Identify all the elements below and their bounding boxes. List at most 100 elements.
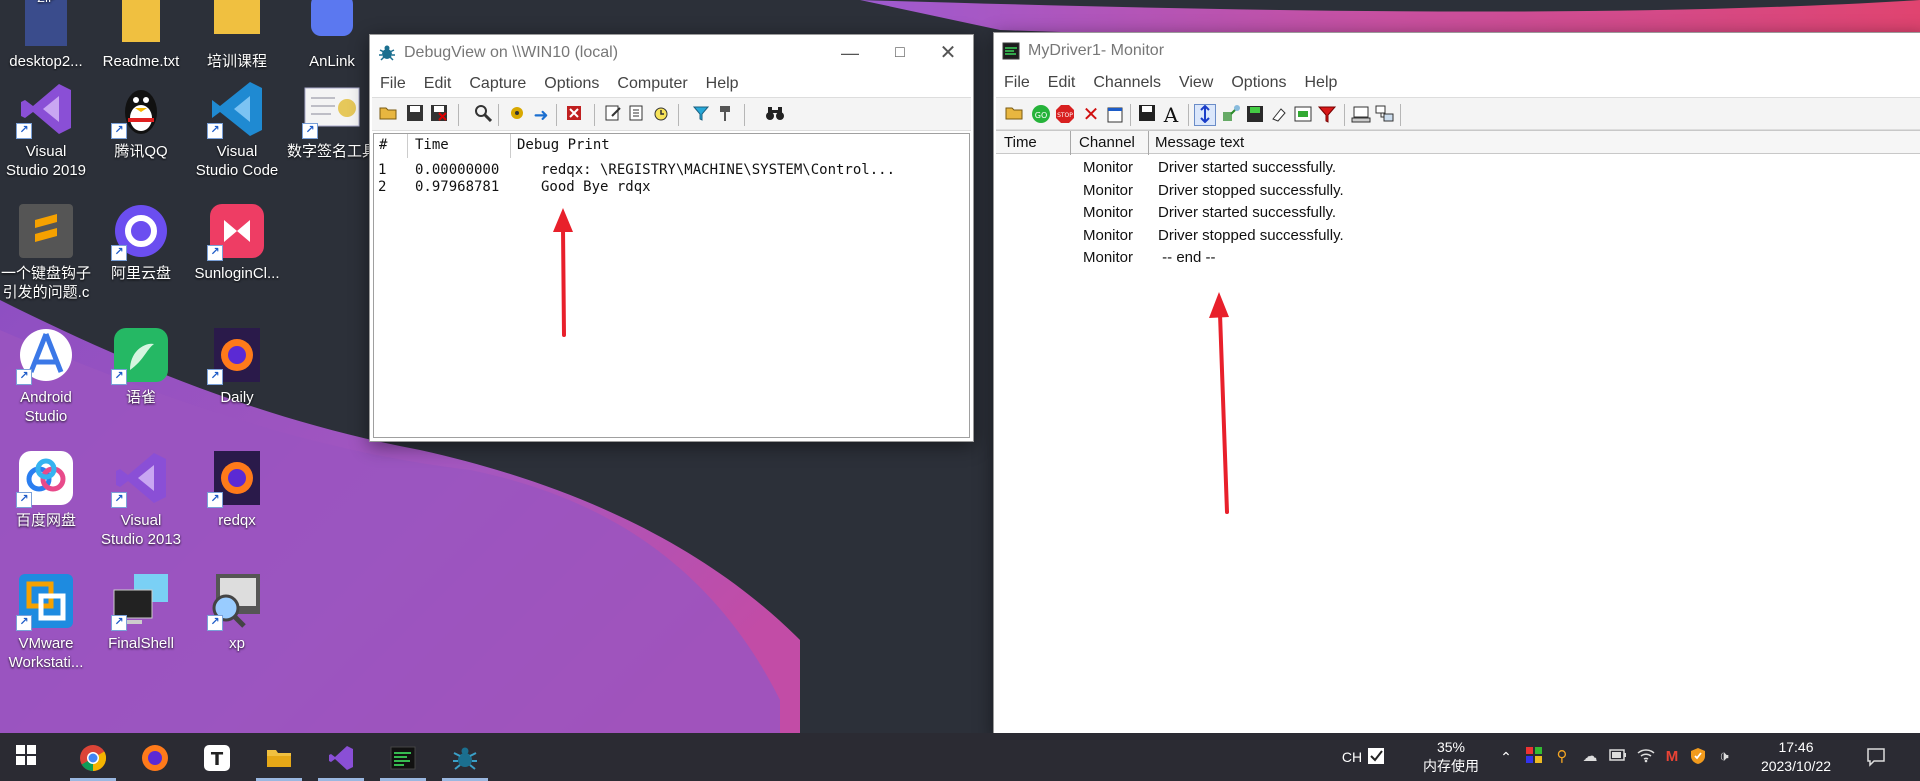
taskbar-app-typora[interactable]: T (188, 733, 246, 781)
log-row[interactable]: 2 0.97968781 Good Bye rdqx (374, 179, 969, 196)
cloud-icon[interactable]: ☁ (1580, 747, 1600, 767)
save-channel-icon[interactable] (1244, 104, 1266, 126)
desktop-icon-visual-studio-2019[interactable]: ↗ Visual Studio 2019 (0, 78, 92, 180)
column-divider[interactable] (1070, 131, 1071, 155)
save-log-icon[interactable] (428, 104, 450, 126)
desktop-icon-zip-file[interactable]: ZIP desktop2... (0, 0, 92, 71)
menu-help[interactable]: Help (706, 71, 739, 97)
column-divider[interactable] (407, 134, 408, 158)
stop-icon[interactable]: STOP (1054, 104, 1076, 126)
computer-icon[interactable] (1350, 104, 1372, 126)
menu-channels[interactable]: Channels (1093, 70, 1161, 96)
message-row[interactable]: Monitor -- end -- (996, 247, 1920, 269)
message-row[interactable]: Monitor Driver stopped successfully. (996, 180, 1920, 202)
colorful-app-tray-icon[interactable] (1524, 747, 1544, 767)
start-button[interactable] (0, 733, 58, 781)
capture-icon[interactable] (506, 104, 528, 126)
connect-icon[interactable] (1220, 104, 1242, 126)
volume-icon[interactable]: 🕩 (1714, 747, 1734, 767)
clock-icon[interactable] (650, 104, 672, 126)
column-channel[interactable]: Channel (1079, 134, 1135, 151)
taskbar-app-debugview-app[interactable] (436, 733, 494, 781)
find-icon[interactable] (472, 104, 494, 126)
shield-icon[interactable] (1688, 747, 1708, 767)
show-hidden-icons-chevron-icon[interactable]: ⌃ (1496, 747, 1516, 767)
monitor-title-bar[interactable]: MyDriver1- Monitor (994, 33, 1920, 69)
save-icon[interactable] (1136, 104, 1158, 126)
desktop-icon-digital-signature-tool[interactable]: ↗ 数字签名工具 (286, 78, 378, 161)
desktop-icon-vmware-workstation[interactable]: ↗ VMware Workstati... (0, 570, 92, 672)
highlight-filter-icon[interactable] (690, 104, 712, 126)
taskbar-app-visual-studio[interactable] (312, 733, 370, 781)
taskbar-app-firefox[interactable] (126, 733, 184, 781)
menu-options[interactable]: Options (544, 71, 599, 97)
history-depth-icon[interactable] (626, 104, 648, 126)
open-folder-icon[interactable] (378, 104, 400, 126)
message-row[interactable]: Monitor Driver started successfully. (996, 157, 1920, 179)
desktop-icon-android-studio[interactable]: ↗ Android Studio (0, 324, 92, 426)
menu-capture[interactable]: Capture (469, 71, 526, 97)
minimize-button[interactable]: — (827, 37, 873, 69)
debugview-window[interactable]: DebugView on \\WIN10 (local) — □ ✕ File E… (369, 34, 974, 442)
go-icon[interactable]: GO (1030, 104, 1052, 126)
channel-view-icon[interactable] (1292, 104, 1314, 126)
desktop-icon-training-course[interactable]: 培训课程 (191, 0, 283, 71)
search-tray-icon[interactable]: ⚲ (1552, 747, 1572, 767)
desktop-icon-visual-studio-2013[interactable]: ↗ Visual Studio 2013 (95, 447, 187, 549)
menu-options[interactable]: Options (1231, 70, 1286, 96)
close-button[interactable]: ✕ (925, 37, 971, 69)
autoscroll-icon[interactable] (1194, 104, 1216, 126)
font-icon[interactable]: A (1160, 104, 1182, 126)
desktop-icon-sunlogin-client[interactable]: ↗ SunloginCl... (191, 200, 283, 283)
battery-icon[interactable] (1608, 747, 1628, 767)
desktop-icon-readme-txt[interactable]: Readme.txt (95, 0, 187, 71)
autoscroll-arrow-icon[interactable]: ➜ (530, 104, 552, 126)
column-debug-print[interactable]: Debug Print (517, 137, 610, 153)
menu-file[interactable]: File (380, 71, 406, 97)
input-method-indicator[interactable]: CH (1338, 733, 1366, 781)
network-icon[interactable] (1374, 104, 1396, 126)
desktop-icon-yuque[interactable]: ↗ 语雀 (95, 324, 187, 407)
desktop-icon-keyboard-hook-file[interactable]: 一个键盘钩子 引发的问题.c (0, 200, 92, 302)
filter-icon[interactable] (1316, 104, 1338, 126)
menu-file[interactable]: File (1004, 70, 1030, 96)
menu-edit[interactable]: Edit (1048, 70, 1076, 96)
memory-usage-widget[interactable]: 35% 内存使用 (1412, 733, 1490, 781)
edit-filter-icon[interactable] (602, 104, 624, 126)
monitor-window[interactable]: MyDriver1- Monitor File Edit Channels View O… (993, 32, 1920, 737)
properties-icon[interactable] (1104, 104, 1126, 126)
desktop-icon-vs-code[interactable]: ↗ Visual Studio Code (191, 78, 283, 180)
column-divider[interactable] (510, 134, 511, 158)
message-row[interactable]: Monitor Driver stopped successfully. (996, 225, 1920, 247)
delete-icon[interactable]: ✕ (1080, 104, 1102, 126)
taskbar-app-monitor-app[interactable] (374, 733, 432, 781)
desktop-icon-xp[interactable]: ↗ xp (191, 570, 283, 653)
desktop-icon-firefox-daily[interactable]: ↗ Daily (191, 324, 283, 407)
clock[interactable]: 17:46 2023/10/22 (1750, 733, 1842, 781)
log-row[interactable]: 1 0.00000000 redqx: \REGISTRY\MACHINE\SYST… (374, 162, 969, 179)
notification-center-icon[interactable] (1866, 747, 1886, 767)
menu-help[interactable]: Help (1305, 70, 1338, 96)
column-time[interactable]: Time (1004, 134, 1037, 151)
open-folder-icon[interactable] (1004, 104, 1026, 126)
eraser-icon[interactable] (1268, 104, 1290, 126)
column-number[interactable]: # (379, 137, 387, 153)
desktop-icon-baidu-netdisk[interactable]: ↗ 百度网盘 (0, 447, 92, 530)
menu-edit[interactable]: Edit (424, 71, 452, 97)
desktop-icon-anlink[interactable]: AnLink (286, 0, 378, 71)
binoculars-icon[interactable] (764, 104, 786, 126)
taskbar-app-file-explorer[interactable] (250, 733, 308, 781)
column-message-text[interactable]: Message text (1155, 134, 1244, 151)
message-row[interactable]: Monitor Driver started successfully. (996, 202, 1920, 224)
monitor-message-list[interactable]: Time Channel Message text Monitor Driver … (996, 130, 1920, 736)
debugview-log-list[interactable]: # Time Debug Print 1 0.00000000 redqx: \RE… (373, 133, 970, 438)
save-icon[interactable] (404, 104, 426, 126)
clear-display-icon[interactable] (564, 104, 586, 126)
menu-computer[interactable]: Computer (617, 71, 687, 97)
gmail-icon[interactable]: M (1662, 747, 1682, 767)
maximize-button[interactable]: □ (877, 37, 923, 69)
column-time[interactable]: Time (415, 137, 449, 153)
taskbar-app-chrome[interactable] (64, 733, 122, 781)
desktop-icon-redqx[interactable]: ↗ redqx (191, 447, 283, 530)
desktop-icon-aliyun-drive[interactable]: ↗ 阿里云盘 (95, 200, 187, 283)
